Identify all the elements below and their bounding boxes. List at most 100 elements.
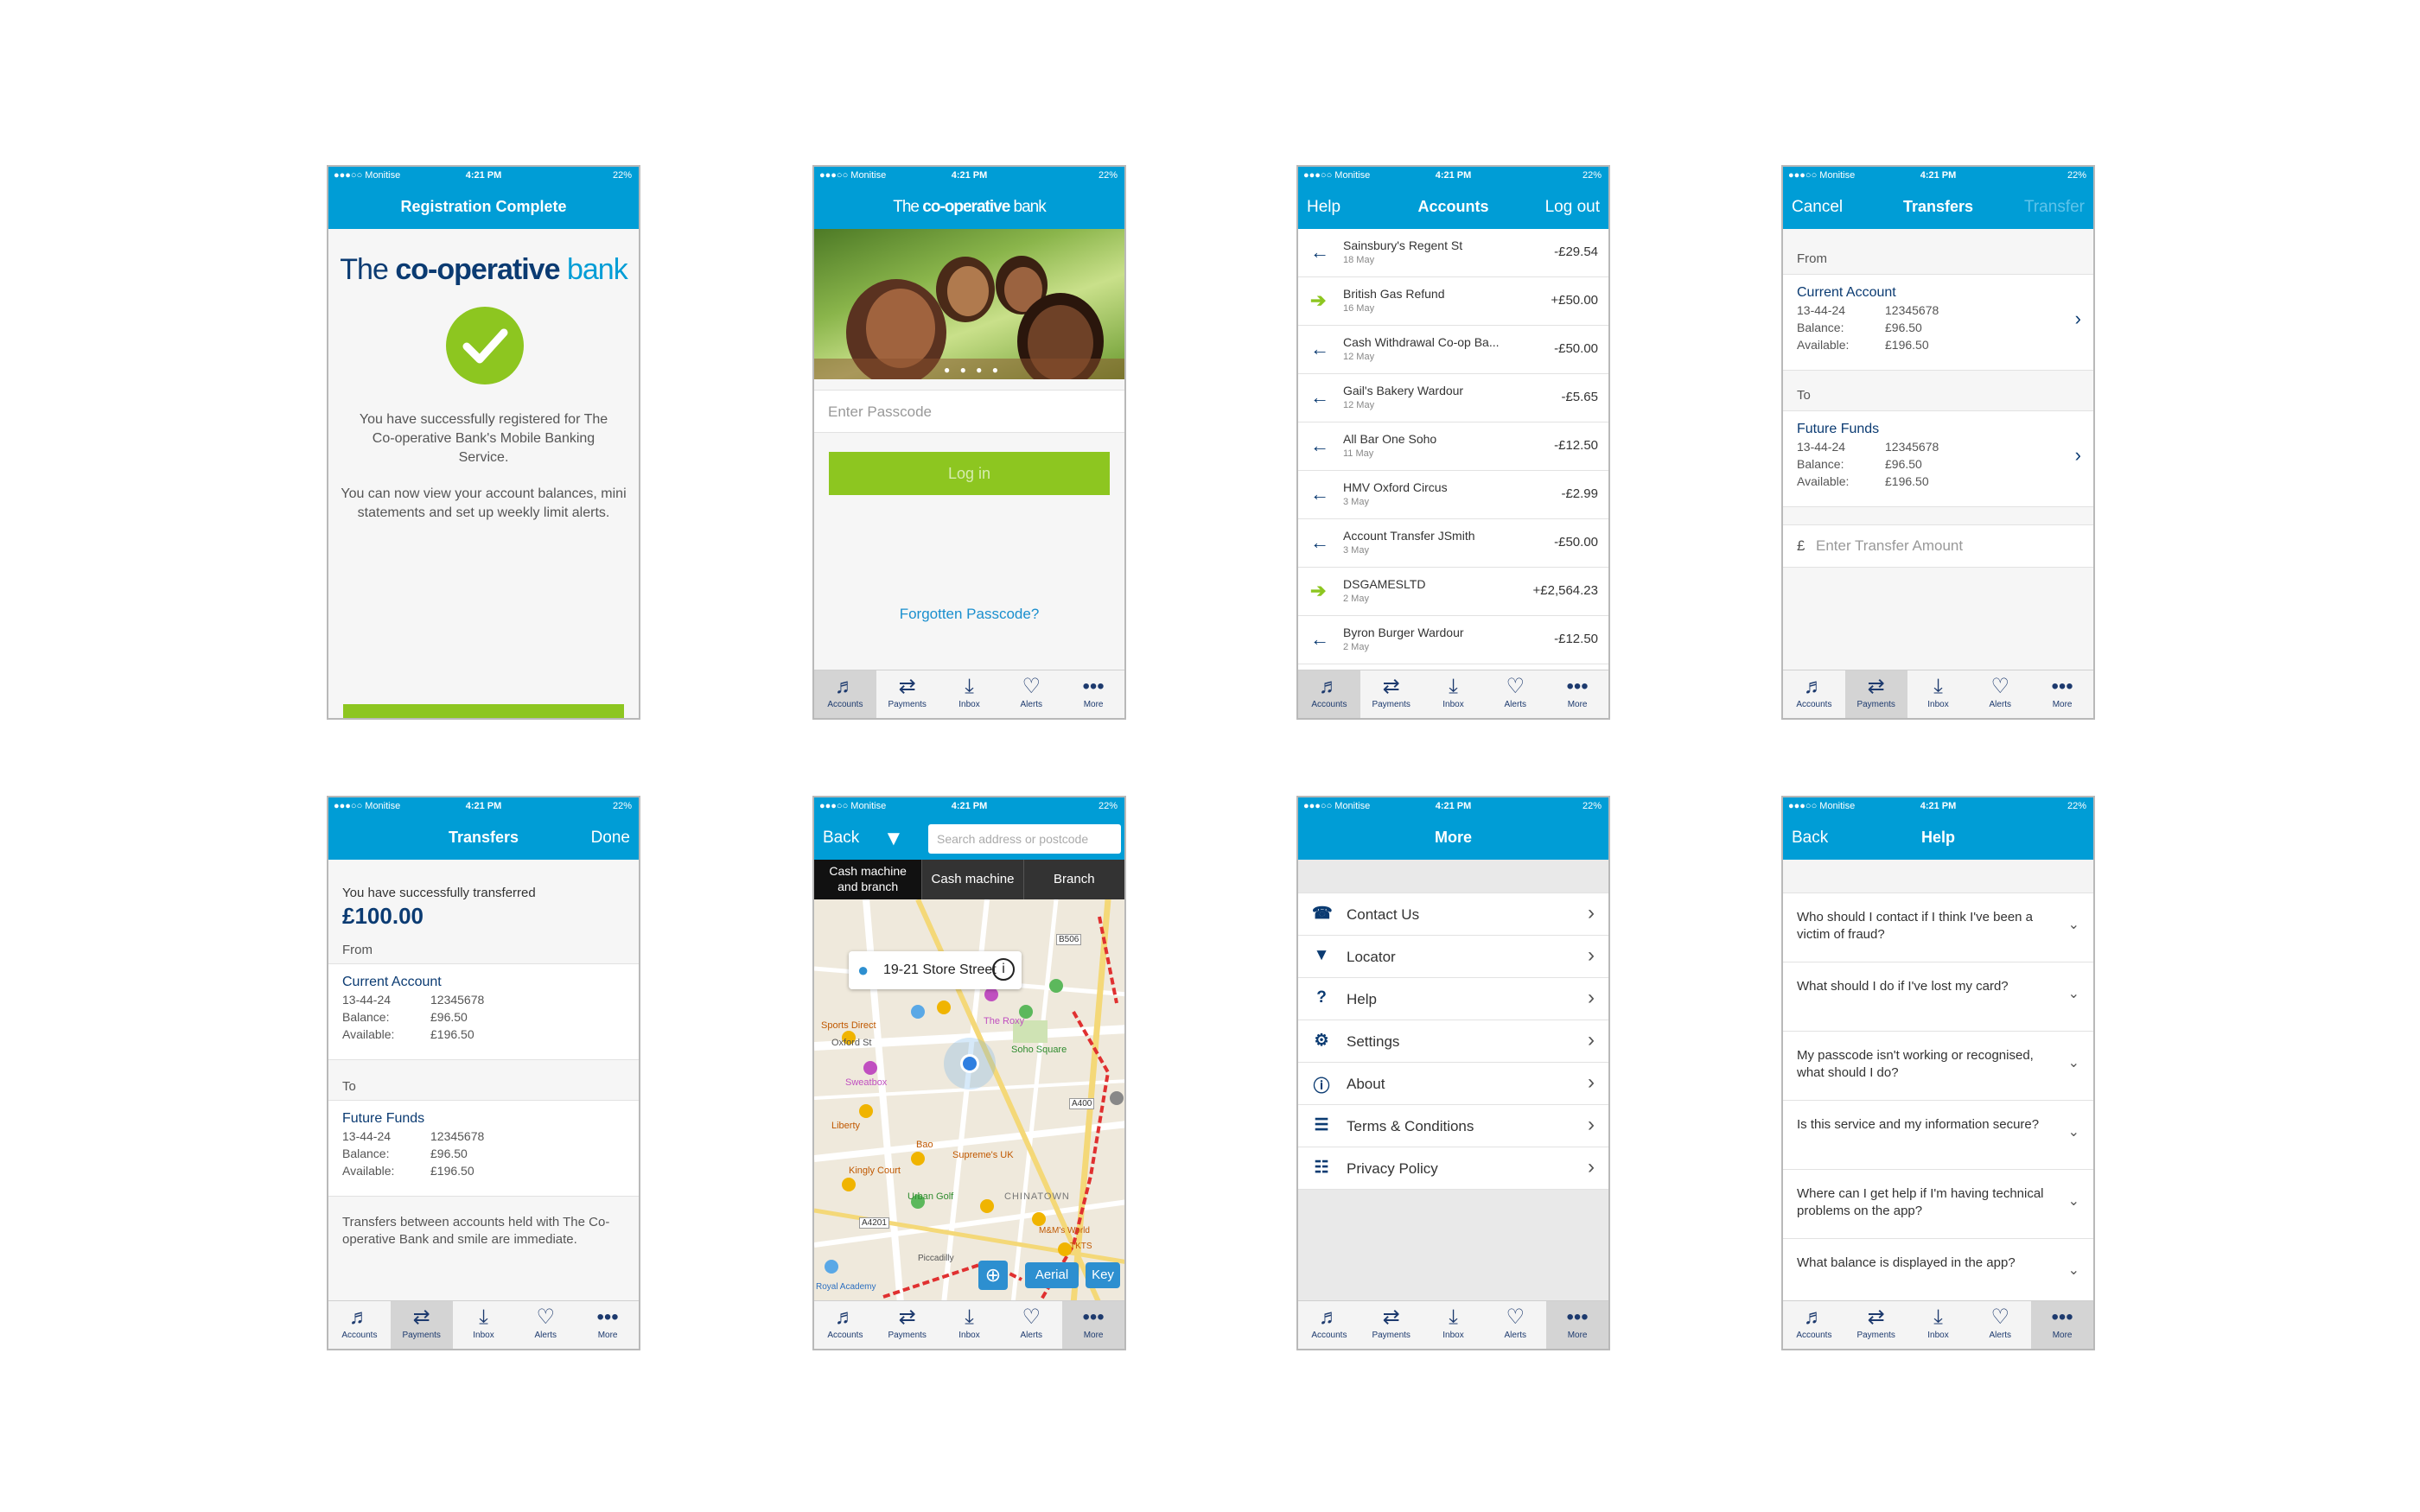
more-icon: ••• <box>2051 1306 2073 1329</box>
more-item-about[interactable]: ⓘ About › <box>1298 1063 1608 1105</box>
tab-more[interactable]: ••• More <box>1546 670 1608 718</box>
back-button[interactable]: Back <box>823 829 859 848</box>
faq-item[interactable]: Is this service and my information secur… <box>1783 1101 2093 1170</box>
tab-inbox[interactable]: ⤓ Inbox <box>1907 670 1970 718</box>
tab-accounts[interactable]: ♬ Accounts <box>814 670 876 718</box>
tab-inbox[interactable]: ⤓ Inbox <box>939 670 1001 718</box>
nav-bar: Back ▼ Search address or postcode <box>814 816 1124 860</box>
transaction-date: 3 May <box>1343 545 1369 556</box>
tab-more[interactable]: ••• More <box>2031 1301 2093 1349</box>
filter-cash-machine-and-branch[interactable]: Cash machine and branch <box>814 860 922 899</box>
carousel-dots[interactable]: ● ● ● ● <box>944 364 1002 376</box>
faq-item[interactable]: What balance is displayed in the app? ⌄ <box>1783 1239 2093 1308</box>
filter-branch[interactable]: Branch <box>1022 860 1124 899</box>
faq-question: Is this service and my information secur… <box>1797 1117 2040 1132</box>
tab-inbox[interactable]: ⤓ Inbox <box>1423 1301 1485 1349</box>
tab-inbox[interactable]: ⤓ Inbox <box>1907 1301 1970 1349</box>
tab-more[interactable]: ••• More <box>1546 1301 1608 1349</box>
transaction-row[interactable]: ← Byron Burger Wardour 2 May -£12.50 <box>1298 616 1608 664</box>
transaction-row[interactable]: ➔ DSGAMESLTD 2 May +£2,564.23 <box>1298 568 1608 616</box>
log-out-button[interactable]: Log out <box>1545 198 1600 217</box>
filter-cash-machine[interactable]: Cash machine <box>921 860 1022 899</box>
map-view[interactable]: Oxford St Sports Direct The Roxy Soho Sq… <box>814 899 1124 1300</box>
tab-payments[interactable]: ⇄ Payments <box>876 670 939 718</box>
aerial-button[interactable]: Aerial <box>1025 1262 1079 1288</box>
location-callout[interactable]: ● 19-21 Store Street i <box>849 951 1022 989</box>
tab-payments[interactable]: ⇄ Payments <box>1360 1301 1423 1349</box>
done-button[interactable]: Done <box>591 829 630 848</box>
tab-accounts[interactable]: ♬ Accounts <box>1783 670 1845 718</box>
passcode-input[interactable]: Enter Passcode <box>814 390 1124 433</box>
tab-accounts[interactable]: ♬ Accounts <box>814 1301 876 1349</box>
forgotten-passcode-link[interactable]: Forgotten Passcode? <box>814 606 1124 623</box>
transaction-row[interactable]: ← HMV Oxford Circus 3 May -£2.99 <box>1298 471 1608 519</box>
screen-accounts: ●●●○○ Monitise 4:21 PM 22% Help Accounts… <box>1296 165 1610 720</box>
tab-inbox[interactable]: ⤓ Inbox <box>453 1301 515 1349</box>
key-button[interactable]: Key <box>1086 1262 1120 1288</box>
to-sort-code: 13-44-24 <box>342 1129 392 1143</box>
tab-alerts[interactable]: ♡ Alerts <box>1484 1301 1546 1349</box>
transaction-row[interactable]: ← All Bar One Soho 11 May -£12.50 <box>1298 422 1608 471</box>
transaction-row[interactable]: ← Cash Withdrawal Co-op Ba... 12 May -£50.0… <box>1298 326 1608 374</box>
tab-accounts[interactable]: ♬ Accounts <box>1298 670 1360 718</box>
arrow-left-icon: ← <box>1310 386 1329 408</box>
from-account-selector[interactable]: Current Account 13-44-24 12345678 Balanc… <box>1783 274 2093 371</box>
tab-inbox[interactable]: ⤓ Inbox <box>1423 670 1485 718</box>
transaction-row[interactable]: ➔ British Gas Refund 16 May +£50.00 <box>1298 277 1608 326</box>
tab-payments[interactable]: ⇄ Payments <box>1845 1301 1907 1349</box>
tab-alerts[interactable]: ♡ Alerts <box>514 1301 576 1349</box>
more-item-locator[interactable]: ▼ Locator › <box>1298 936 1608 978</box>
tab-alerts[interactable]: ♡ Alerts <box>1000 1301 1062 1349</box>
tab-payments[interactable]: ⇄ Payments <box>876 1301 939 1349</box>
filter-icon[interactable]: ▼ <box>883 827 904 851</box>
more-item-terms-conditions[interactable]: ☰ Terms & Conditions › <box>1298 1105 1608 1147</box>
inbox-icon: ⤓ <box>1449 675 1458 698</box>
tab-alerts[interactable]: ♡ Alerts <box>1969 670 2031 718</box>
map-search-input[interactable]: Search address or postcode <box>928 824 1121 854</box>
screen-transfer-success: ●●●○○ Monitise 4:21 PM 22% Transfers Don… <box>327 796 640 1350</box>
tab-payments[interactable]: ⇄ Payments <box>1844 670 1907 718</box>
to-balance-label: Balance: <box>342 1147 390 1160</box>
tab-accounts[interactable]: ♬ Accounts <box>1298 1301 1360 1349</box>
from-label: From <box>1797 251 1827 266</box>
tab-more[interactable]: ••• More <box>2031 670 2093 718</box>
tab-payments[interactable]: ⇄ Payments <box>1360 670 1423 718</box>
more-item-privacy-policy[interactable]: ☷ Privacy Policy › <box>1298 1147 1608 1190</box>
tab-alerts[interactable]: ♡ Alerts <box>1000 670 1062 718</box>
transfer-amount-input[interactable]: £ Enter Transfer Amount <box>1783 524 2093 568</box>
more-item-contact-us[interactable]: ☎ Contact Us › <box>1298 893 1608 936</box>
tab-more[interactable]: ••• More <box>576 1301 639 1349</box>
from-account-summary: Current Account 13-44-24 12345678 Balanc… <box>328 963 639 1060</box>
transfer-button[interactable]: Transfer <box>2024 198 2085 217</box>
locate-me-button[interactable]: ⊕ <box>978 1261 1008 1290</box>
tab-alerts[interactable]: ♡ Alerts <box>1484 670 1546 718</box>
more-item-settings[interactable]: ⚙ Settings › <box>1298 1020 1608 1063</box>
faq-item[interactable]: Who should I contact if I think I've bee… <box>1783 893 2093 962</box>
log-in-button[interactable]: Log in <box>829 452 1110 495</box>
transaction-row[interactable]: ← Sainsbury's Regent St 18 May -£29.54 <box>1298 229 1608 277</box>
to-account-selector[interactable]: Future Funds 13-44-24 12345678 Balance: … <box>1783 410 2093 507</box>
transaction-row[interactable]: ← Gail's Bakery Wardour 12 May -£5.65 <box>1298 374 1608 422</box>
more-item-help[interactable]: ? Help › <box>1298 978 1608 1020</box>
go-to-accounts-button[interactable]: Go To Accounts <box>343 704 624 718</box>
faq-item[interactable]: What should I do if I've lost my card? ⌄ <box>1783 962 2093 1032</box>
faq-item[interactable]: My passcode isn't working or recognised,… <box>1783 1032 2093 1101</box>
from-balance: £96.50 <box>430 1010 468 1024</box>
tab-more[interactable]: ••• More <box>1062 1301 1124 1349</box>
faq-item[interactable]: Where can I get help if I'm having techn… <box>1783 1170 2093 1239</box>
payments-icon: ⇄ <box>1867 675 1885 698</box>
tab-accounts[interactable]: ♬ Accounts <box>328 1301 391 1349</box>
battery-level: 22% <box>2067 801 2086 811</box>
status-bar: ●●●○○ Monitise 4:21 PM 22% <box>1783 167 2093 186</box>
tab-accounts[interactable]: ♬ Accounts <box>1783 1301 1845 1349</box>
gear-icon: ⚙ <box>1314 1032 1329 1050</box>
transaction-date: 2 May <box>1343 594 1369 604</box>
info-icon[interactable]: i <box>992 958 1015 981</box>
road-label: A4201 <box>859 1217 889 1229</box>
tab-inbox[interactable]: ⤓ Inbox <box>939 1301 1001 1349</box>
transaction-row[interactable]: ← Account Transfer JSmith 3 May -£50.00 <box>1298 519 1608 568</box>
tab-more[interactable]: ••• More <box>1062 670 1124 718</box>
more-menu: ☎ Contact Us › ▼ Locator ›? Help › ⚙ Settings › ⓘ Ab… <box>1298 860 1608 1300</box>
tab-payments[interactable]: ⇄ Payments <box>390 1301 453 1349</box>
tab-alerts[interactable]: ♡ Alerts <box>1969 1301 2031 1349</box>
